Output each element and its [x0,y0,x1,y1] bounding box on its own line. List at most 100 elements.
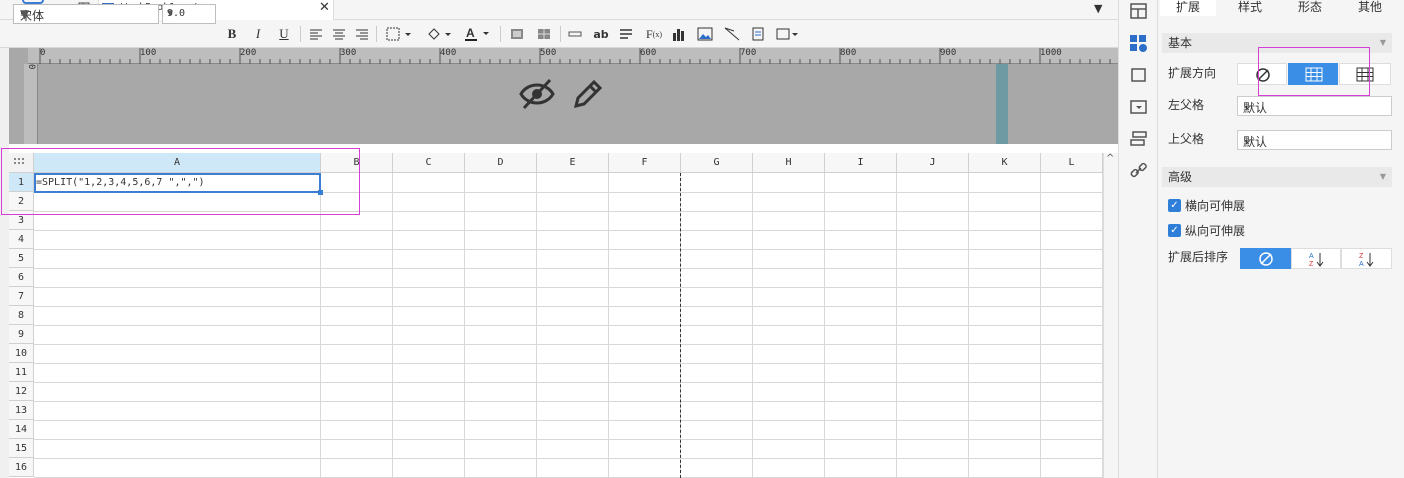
section-advanced-title: 高级 [1168,170,1193,184]
chart-icon[interactable] [671,23,687,45]
column-header-h[interactable]: H [753,153,825,173]
chevron-down-icon: ▼ [167,8,174,19]
tab-other[interactable]: 其他 [1342,0,1398,16]
font-family-select[interactable]: 宋体 ▼ [13,4,159,24]
slash-header-icon[interactable] [723,23,741,45]
cell-attribute-icon[interactable] [1129,34,1149,54]
left-parent-select[interactable]: 默认 ⌄ [1237,96,1392,116]
paragraph-icon[interactable] [618,23,634,45]
align-left-icon[interactable] [308,23,324,45]
sort-descending-button[interactable]: ZA [1341,248,1392,269]
ruler-label: 300 [340,48,357,58]
row-gridline [34,401,1102,402]
unmerge-cells-icon[interactable] [536,23,552,45]
link-icon[interactable] [1129,162,1149,182]
svg-text:A: A [466,26,475,40]
crop-icon[interactable] [1129,66,1149,86]
left-edge [0,48,9,478]
row-header-7[interactable]: 7 [9,287,34,306]
vertical-extend-checkbox[interactable]: ✓ [1168,224,1181,237]
row-gridline [34,230,1102,231]
row-header-5[interactable]: 5 [9,249,34,268]
formula-icon[interactable]: F (x) [643,23,665,45]
row-header-4[interactable]: 4 [9,230,34,249]
row-header-14[interactable]: 14 [9,420,34,439]
column-header-d[interactable]: D [465,153,537,173]
row-gridline [34,363,1102,364]
row-header-12[interactable]: 12 [9,382,34,401]
pencil-icon[interactable] [570,76,606,115]
horizontal-ruler: 0 100 200 300 400 500 600 700 800 900 10… [28,48,1118,64]
property-icon-strip [1118,0,1158,478]
font-size-select[interactable]: 9.0 ▼ [162,4,216,24]
ruler-label: 0 [26,64,36,70]
row-header-13[interactable]: 13 [9,401,34,420]
border-icon[interactable] [384,23,414,45]
italic-button[interactable]: I [250,23,266,45]
horizontal-extend-checkbox[interactable]: ✓ [1168,199,1181,212]
no-sort-button[interactable] [1240,248,1291,269]
svg-text:A: A [1309,253,1314,260]
font-color-icon[interactable]: A [462,23,492,45]
format-toolbar [0,20,1118,48]
bold-button[interactable]: B [224,23,240,45]
column-gridline [464,173,465,478]
column-header-c[interactable]: C [393,153,465,173]
collapse-icon[interactable]: ▼ [1380,167,1386,187]
layout-menu-icon[interactable]: ▼ [1094,2,1102,15]
row-header-10[interactable]: 10 [9,344,34,363]
tab-style[interactable]: 样式 [1222,0,1278,16]
cell-element-icon[interactable] [750,23,766,45]
column-header-g[interactable]: G [681,153,753,173]
highlight-box [1258,47,1370,96]
horizontal-extend-label: 横向可伸展 [1185,199,1246,213]
row-gridline [34,344,1102,345]
column-header-j[interactable]: J [897,153,969,173]
tab-form[interactable]: 形态 [1282,0,1338,16]
layout-icon[interactable] [1129,2,1149,22]
page-boundary-bar [996,64,1008,144]
align-center-icon[interactable] [331,23,347,45]
column-header-e[interactable]: E [537,153,609,173]
ruler-label: 600 [640,48,657,58]
row-header-6[interactable]: 6 [9,268,34,287]
row-header-15[interactable]: 15 [9,439,34,458]
insert-row-icon[interactable] [567,23,583,45]
underline-button[interactable]: U [276,23,292,45]
tab-expand[interactable]: 扩展 [1160,0,1216,16]
chevron-down-icon: ⌄ [1243,99,1253,112]
widget-icon[interactable] [775,23,801,45]
top-parent-select[interactable]: 默认 ⌄ [1237,130,1392,150]
row-gridline [34,287,1102,288]
align-right-icon[interactable] [354,23,370,45]
section-basic-title: 基本 [1168,36,1193,50]
row-gridline [34,439,1102,440]
left-parent-label: 左父格 [1168,98,1205,112]
text-wrap-button[interactable]: ab [592,23,610,45]
column-gridline [824,173,825,478]
fill-color-icon[interactable] [424,23,454,45]
column-header-k[interactable]: K [969,153,1041,173]
top-parent-label: 上父格 [1168,132,1205,146]
column-header-f[interactable]: F [609,153,681,173]
eye-hidden-icon[interactable] [518,76,556,115]
close-tab-icon[interactable]: ✕ [319,0,330,15]
row-header-8[interactable]: 8 [9,306,34,325]
row-header-16[interactable]: 16 [9,458,34,477]
chevron-up-icon[interactable]: ^ [1106,153,1114,164]
column-header-l[interactable]: L [1041,153,1103,173]
column-header-i[interactable]: I [825,153,897,173]
sort-ascending-button[interactable]: AZ [1291,248,1341,269]
column-gridline [536,173,537,478]
row-header-9[interactable]: 9 [9,325,34,344]
dropdown-widget-icon[interactable] [1129,98,1149,118]
condition-icon[interactable] [1129,130,1149,150]
merge-cells-icon[interactable] [509,23,525,45]
svg-text:A: A [1359,261,1364,268]
image-icon[interactable] [696,23,714,45]
row-gridline [34,420,1102,421]
section-advanced[interactable]: 高级 ▼ [1162,167,1392,187]
row-header-11[interactable]: 11 [9,363,34,382]
vertical-scrollbar[interactable]: ^ [1103,153,1118,478]
collapse-icon[interactable]: ▼ [1380,33,1386,53]
